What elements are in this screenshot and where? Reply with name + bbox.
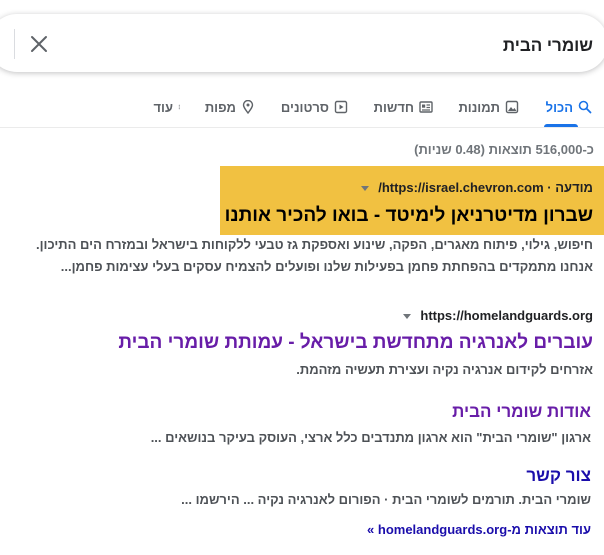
result-url[interactable]: https://homelandguards.org bbox=[402, 308, 593, 323]
ad-description: חיפוש, גילוי, פיתוח מאגרים, הפקה, שינוע … bbox=[36, 237, 593, 274]
ad-meta: מודעה · https://israel.chevron.com/ bbox=[360, 180, 593, 195]
result-snippet: אזרחים לקידום אנרגיה נקיה ועצירת תעשיה מ… bbox=[296, 362, 593, 377]
sitelink-about-desc: ארגון "שומרי הבית" הוא ארגון מתנדבים כלל… bbox=[150, 430, 591, 445]
tab-label: עוד bbox=[153, 99, 173, 115]
result-url-text[interactable]: https://homelandguards.org bbox=[420, 308, 593, 323]
tab-label: חדשות bbox=[373, 99, 414, 115]
more-results-link[interactable]: עוד תוצאות מ-homelandguards.org » bbox=[367, 522, 591, 537]
tab-news[interactable]: חדשות bbox=[374, 96, 433, 118]
ad-url[interactable]: https://israel.chevron.com/ bbox=[378, 180, 543, 195]
search-input[interactable]: שומרי הבית bbox=[503, 36, 593, 56]
tab-label: סרטונים bbox=[280, 99, 329, 115]
image-icon bbox=[505, 100, 519, 114]
sitelink-contact-title[interactable]: צור קשר bbox=[526, 466, 591, 486]
tab-label: מפות bbox=[204, 99, 236, 115]
tab-more[interactable]: עוד bbox=[153, 96, 184, 118]
search-divider bbox=[14, 29, 15, 59]
tab-label: תמונות bbox=[458, 99, 500, 115]
map-pin-icon bbox=[242, 100, 254, 114]
more-vert-icon bbox=[178, 104, 180, 110]
chevron-down-icon[interactable] bbox=[360, 186, 369, 192]
tab-images[interactable]: תמונות bbox=[458, 96, 519, 118]
search-icon bbox=[578, 100, 592, 114]
ad-separator: · bbox=[547, 180, 552, 195]
tab-maps[interactable]: מפות bbox=[205, 96, 255, 118]
result-title[interactable]: עוברים לאנרגיה מתחדשת בישראל - עמותת שומ… bbox=[118, 332, 593, 354]
close-icon[interactable] bbox=[30, 35, 48, 53]
result-stats: כ-516,000 תוצאות (0.48 שניות) bbox=[414, 142, 594, 157]
video-icon bbox=[334, 100, 348, 114]
ad-title[interactable]: שברון מדיטרניאן לימיטד - בואו להכיר אותנ… bbox=[225, 205, 593, 227]
tabs-divider bbox=[0, 127, 604, 128]
ad-badge: מודעה bbox=[555, 180, 593, 195]
sitelink-contact-desc: שומרי הבית. תורמים לשומרי הבית · הפורום … bbox=[181, 492, 591, 507]
news-icon bbox=[419, 101, 433, 113]
tab-all[interactable]: הכול bbox=[546, 96, 592, 118]
tab-videos[interactable]: סרטונים bbox=[281, 96, 348, 118]
tab-label: הכול bbox=[545, 99, 573, 115]
sitelink-about-title[interactable]: אודות שומרי הבית bbox=[452, 402, 591, 422]
chevron-down-icon[interactable] bbox=[402, 314, 411, 320]
